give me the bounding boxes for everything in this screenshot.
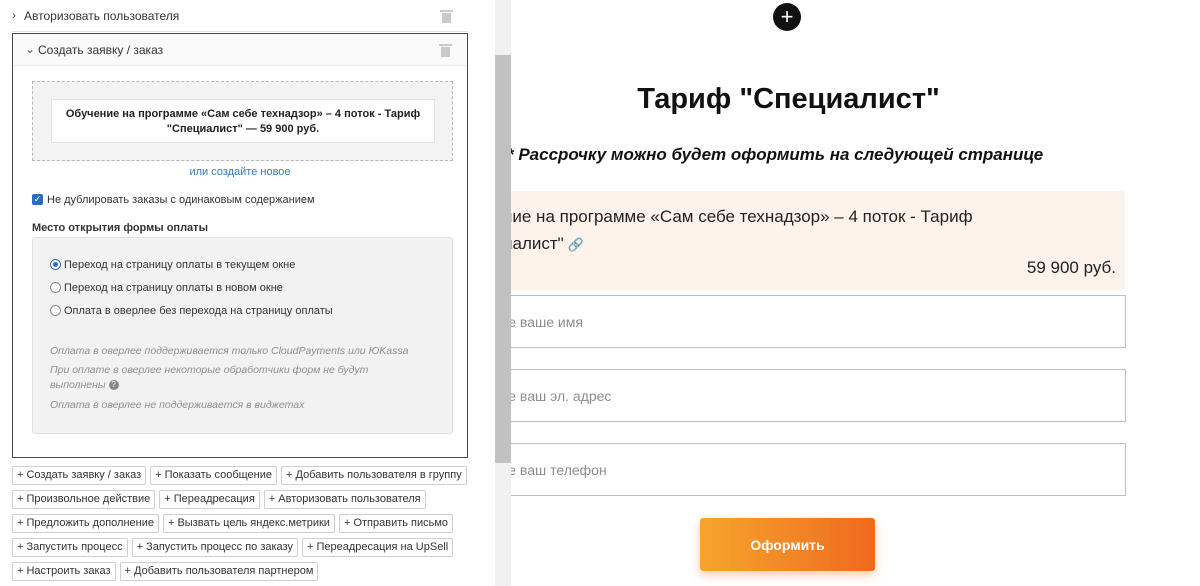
create-new-link[interactable]: или создайте новое [13,166,467,178]
add-authorize-user-button[interactable]: + Авторизовать пользователя [263,490,426,509]
trash-icon[interactable] [440,10,453,23]
add-metrika-goal-button[interactable]: + Вызвать цель яндекс.метрики [162,514,335,533]
scrollbar[interactable] [495,0,511,586]
action-row: + Запустить процесс + Запустить процесс п… [12,537,457,557]
add-show-message-button[interactable]: + Показать сообщение [150,466,278,485]
selected-product-card[interactable]: Обучение на программе «Сам себе технадзо… [51,99,435,143]
order-product-line2: иалист"🔗 [511,230,1043,258]
phone-input[interactable] [511,444,1125,495]
action-row: + Произвольное действие + Переадресация + … [12,489,430,509]
phone-field[interactable] [511,443,1126,496]
radio-label-overlay[interactable]: Оплата в оверлее без перехода на страниц… [64,305,333,317]
product-name-line1: Обучение на программе «Сам себе технадзо… [65,108,421,120]
add-start-process-button[interactable]: + Запустить процесс [12,538,128,557]
plus-circle-icon[interactable]: + [773,3,801,31]
overlay-note-widgets: Оплата в оверлее не поддерживается в вид… [50,399,305,411]
radio-current-window[interactable] [50,259,61,270]
trash-icon[interactable] [439,44,452,57]
add-start-order-process-button[interactable]: + Запустить процесс по заказу [131,538,298,557]
radio-new-window[interactable] [50,282,61,293]
order-price: 59 900 руб. [1026,258,1116,277]
overlay-note-providers: Оплата в оверлее поддерживается только C… [50,345,409,357]
add-upsell-redirect-button[interactable]: + Переадресация на UpSell [301,538,454,557]
email-field[interactable] [511,369,1126,422]
submit-order-button[interactable]: Оформить [700,518,875,571]
order-product-name: ние на программе «Сам себе технадзор» – … [511,203,1043,258]
chevron-right-icon[interactable]: › [12,8,16,22]
editor-panel: › Авторизовать пользователя ⌄ Создать за… [0,0,478,586]
product-drop-zone[interactable]: Обучение на программе «Сам себе технадзо… [32,81,453,161]
order-product-line1: ние на программе «Сам себе технадзор» – … [511,207,973,226]
name-input[interactable] [511,296,1125,347]
payment-form-location-label: Место открытия формы оплаты [32,222,208,234]
add-offer-addon-button[interactable]: + Предложить дополнение [12,514,159,533]
add-redirect-button[interactable]: + Переадресация [159,490,260,509]
block-title: Авторизовать пользователя [24,9,180,23]
add-configure-order-button[interactable]: + Настроить заказ [12,562,116,581]
email-input[interactable] [511,370,1125,421]
action-row: + Предложить дополнение + Вызвать цель ян… [12,513,457,533]
name-field[interactable] [511,295,1126,348]
action-row: + Настроить заказ + Добавить пользователя… [12,561,322,581]
payment-options-box: Переход на страницу оплаты в текущем окн… [32,237,453,434]
link-icon[interactable]: 🔗 [568,231,584,258]
add-user-to-group-button[interactable]: + Добавить пользователя в группу [281,466,467,485]
overlay-note-handlers: При оплате в оверлее некоторые обработчи… [50,363,390,393]
order-summary-card: ние на программе «Сам себе технадзор» – … [511,191,1125,290]
add-create-order-button[interactable]: + Создать заявку / заказ [12,466,147,485]
radio-label-current-window[interactable]: Переход на страницу оплаты в текущем окн… [64,259,295,271]
action-row: + Создать заявку / заказ + Показать сообщ… [12,465,471,485]
chevron-down-icon[interactable]: ⌄ [25,42,35,56]
no-duplicate-checkbox[interactable]: ✓ [32,194,43,205]
order-product-line2-text: иалист" [511,234,564,253]
help-icon[interactable]: ? [108,380,119,391]
block-create-order: ⌄ Создать заявку / заказ Обучение на про… [12,33,468,458]
scrollbar-thumb[interactable] [495,55,511,463]
product-name-line2: "Специалист" — 59 900 руб. [166,123,320,135]
no-duplicate-label[interactable]: Не дублировать заказы с одинаковым содер… [47,194,315,206]
block-title: Создать заявку / заказ [38,43,164,57]
radio-overlay[interactable] [50,305,61,316]
tariff-title: Тариф "Специалист" [637,83,940,115]
block-header[interactable]: ⌄ Создать заявку / заказ [13,34,467,66]
overlay-note-handlers-text: При оплате в оверлее некоторые обработчи… [50,364,369,391]
radio-label-new-window[interactable]: Переход на страницу оплаты в новом окне [64,282,283,294]
block-authorize-user[interactable]: › Авторизовать пользователя [12,0,468,32]
add-partner-user-button[interactable]: + Добавить пользователя партнером [119,562,319,581]
add-send-email-button[interactable]: + Отправить письмо [338,514,454,533]
installment-note: * Рассрочку можно будет оформить на след… [511,145,1044,164]
add-custom-action-button[interactable]: + Произвольное действие [12,490,156,509]
form-preview: + Тариф "Специалист" * Рассрочку можно б… [511,0,1200,586]
